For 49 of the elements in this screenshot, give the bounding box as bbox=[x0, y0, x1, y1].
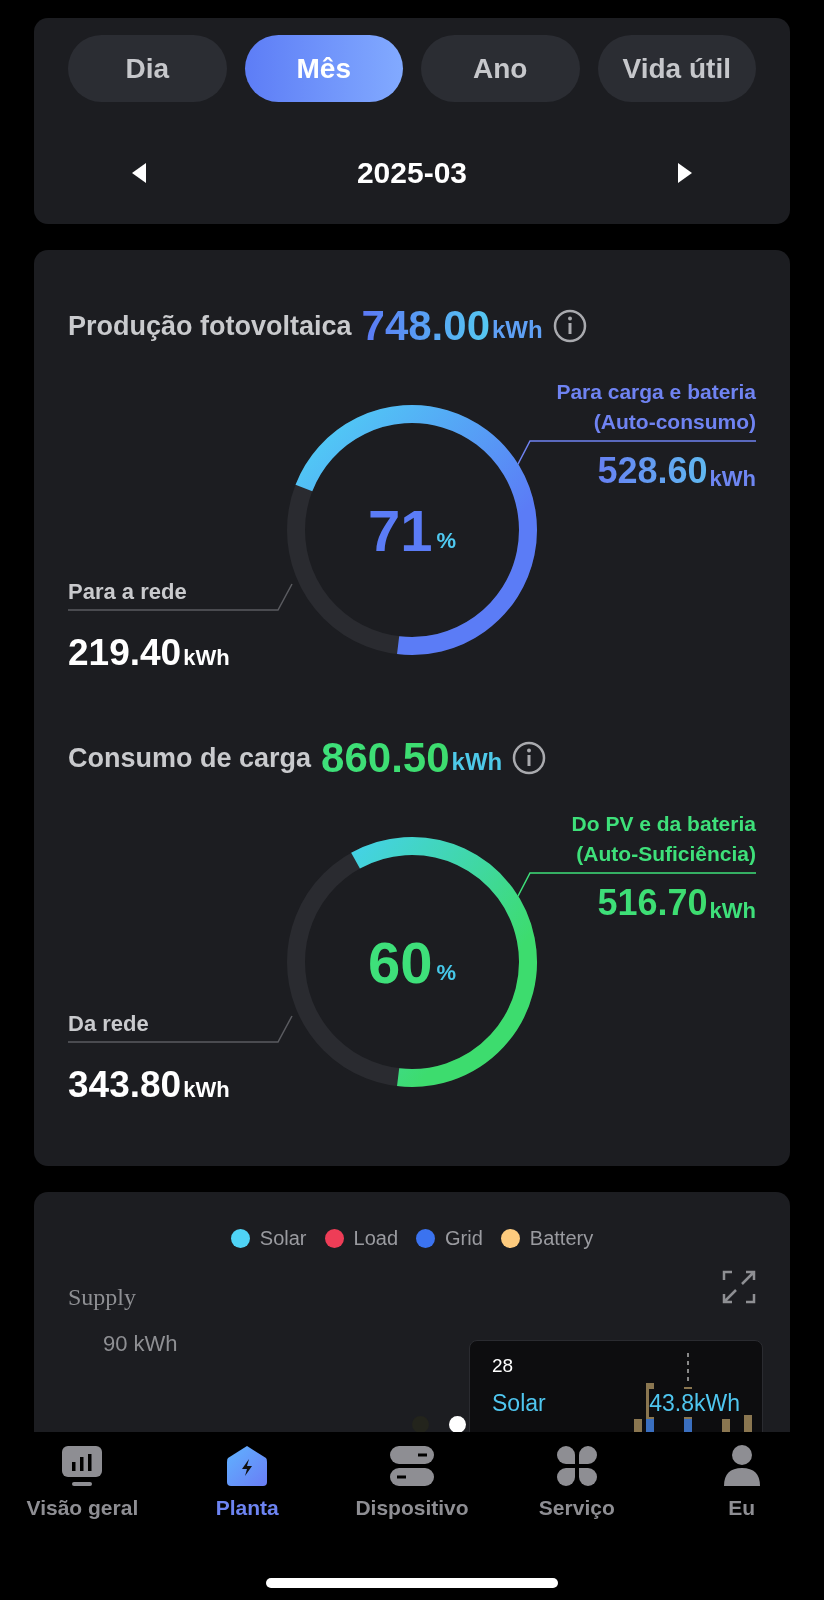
axis-tick-label: 90 kWh bbox=[103, 1331, 178, 1357]
unit-label: kWh bbox=[183, 1077, 230, 1103]
tooltip-day: 28 bbox=[492, 1355, 514, 1377]
expand-button[interactable] bbox=[722, 1270, 756, 1304]
date-label: 2025-03 bbox=[356, 156, 468, 190]
nav-tab[interactable]: Serviço bbox=[494, 1444, 660, 1524]
section-title: Produção fotovoltaica bbox=[68, 310, 352, 342]
legend-label: Load bbox=[353, 1226, 398, 1250]
percent-sign: % bbox=[436, 528, 457, 554]
period-tab[interactable]: Dia bbox=[68, 35, 227, 102]
page-dot[interactable] bbox=[412, 1416, 429, 1432]
toggles-icon bbox=[388, 1444, 436, 1488]
bar-chart-icon bbox=[60, 1444, 105, 1488]
unit-label: kWh bbox=[451, 748, 503, 776]
tooltip-value: 43.8kWh bbox=[649, 1389, 740, 1417]
person-icon bbox=[721, 1444, 762, 1488]
unit-label: kWh bbox=[183, 645, 230, 671]
callout-value: 219.40 bbox=[68, 632, 182, 674]
percent-value: 60 bbox=[367, 928, 433, 996]
clover-icon bbox=[554, 1444, 599, 1488]
unit-label: kWh bbox=[492, 316, 543, 344]
unit-label: kWh bbox=[709, 898, 756, 924]
callout-label: Para carga e bateria (Auto-consumo) bbox=[556, 379, 756, 435]
legend-label: Battery bbox=[529, 1226, 594, 1250]
expand-icon bbox=[722, 1270, 756, 1304]
callout-label: Do PV e da bateria (Auto-Suficiência) bbox=[571, 811, 756, 867]
callout-label: Para a rede bbox=[68, 578, 187, 606]
page-dot[interactable] bbox=[449, 1416, 466, 1432]
house-bolt-icon bbox=[225, 1444, 270, 1488]
info-icon[interactable] bbox=[512, 741, 547, 775]
info-icon[interactable] bbox=[552, 309, 587, 343]
period-tab[interactable]: Vida útil bbox=[597, 35, 756, 102]
unit-label: kWh bbox=[709, 466, 756, 492]
tooltip-series: Solar bbox=[492, 1389, 546, 1417]
nav-tab[interactable]: Visão geral bbox=[0, 1444, 165, 1524]
axis-title: Supply bbox=[68, 1284, 137, 1311]
left-triangle-icon bbox=[132, 163, 146, 183]
nav-tab[interactable]: Planta bbox=[164, 1444, 330, 1524]
section-title: Consumo de carga bbox=[68, 742, 312, 774]
legend-label: Solar bbox=[259, 1226, 307, 1250]
callout-label: Da rede bbox=[68, 1010, 149, 1038]
right-triangle-icon bbox=[678, 163, 692, 183]
callout-value: 343.80 bbox=[68, 1064, 182, 1106]
nav-tab[interactable]: Dispositivo bbox=[329, 1444, 495, 1524]
percent-sign: % bbox=[436, 960, 457, 986]
percent-value: 71 bbox=[367, 496, 433, 564]
legend-label: Grid bbox=[445, 1226, 483, 1250]
period-tab[interactable]: Ano bbox=[421, 35, 580, 102]
nav-tab[interactable]: Eu bbox=[659, 1444, 824, 1524]
